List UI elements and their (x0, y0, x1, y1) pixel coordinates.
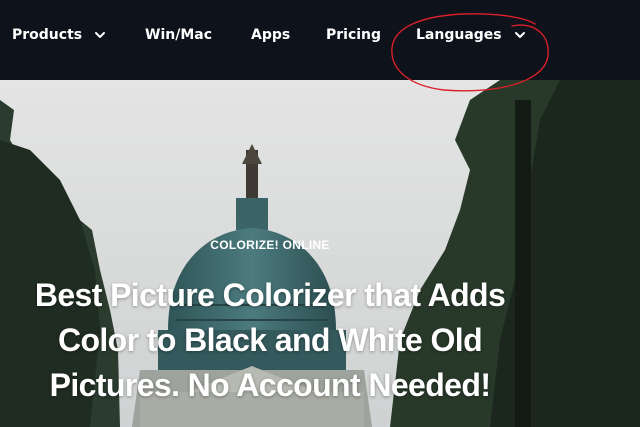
hero-title: Best Picture Colorizer that Adds Color t… (0, 273, 540, 408)
hero-title-line-1: Best Picture Colorizer that Adds (34, 277, 506, 313)
hero-section: COLORIZE! ONLINE Best Picture Colorizer … (0, 80, 640, 427)
nav-languages-menu[interactable]: Languages (416, 24, 526, 46)
top-navigation: Products Win/Mac Apps Pricing Languages (0, 0, 640, 80)
hero-eyebrow: COLORIZE! ONLINE (210, 238, 330, 252)
nav-apps-link[interactable]: Apps (251, 24, 290, 46)
nav-apps-label: Apps (251, 27, 291, 43)
nav-products-label: Products (12, 27, 83, 43)
nav-products-menu[interactable]: Products (12, 24, 106, 46)
chevron-down-icon (514, 32, 525, 38)
nav-winmac-link[interactable]: Win/Mac (145, 24, 212, 46)
hero-title-line-3: Pictures. No Account Needed! (49, 367, 491, 403)
nav-winmac-label: Win/Mac (145, 27, 212, 43)
nav-pricing-link[interactable]: Pricing (326, 24, 381, 46)
nav-pricing-label: Pricing (326, 27, 382, 43)
nav-languages-label: Languages (416, 27, 502, 43)
hero-title-line-2: Color to Black and White Old (57, 322, 483, 358)
chevron-down-icon (95, 32, 106, 38)
